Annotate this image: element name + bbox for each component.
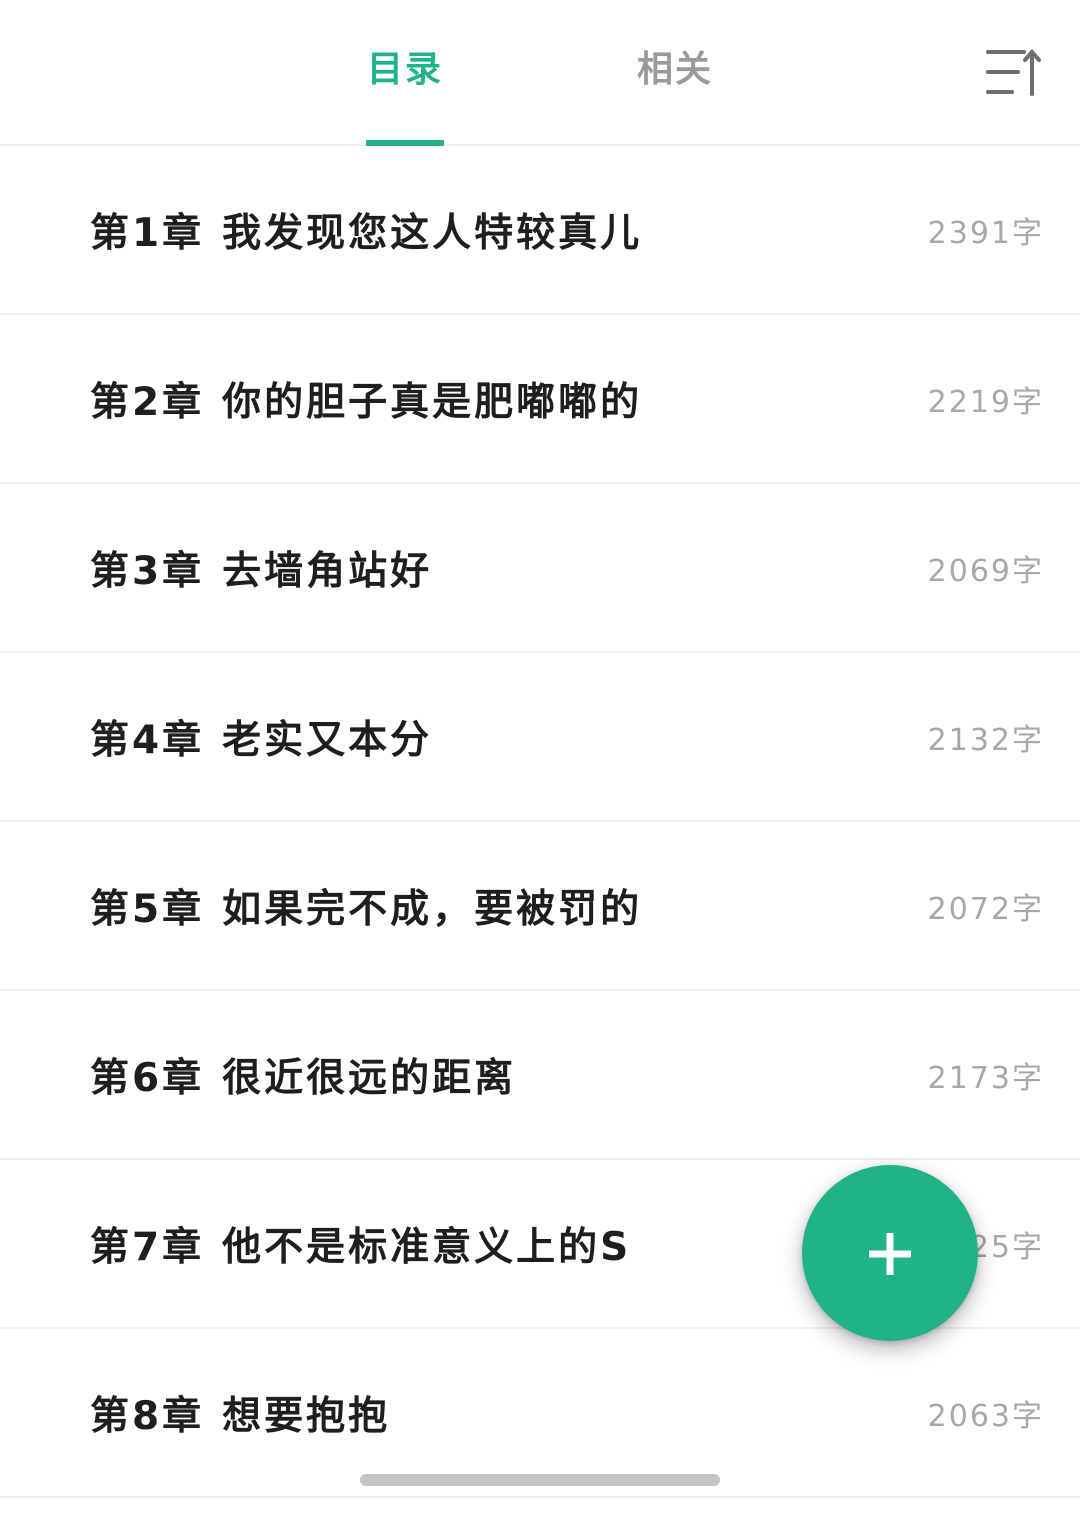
chapter-word-count: 2219字 [927,384,1044,420]
plus-icon [869,1233,911,1275]
add-fab-button[interactable] [802,1165,978,1341]
tab-related-label: 相关 [636,49,713,90]
chapter-row[interactable]: 第3章 去墙角站好 2069字 [0,484,1080,653]
chapter-row[interactable]: 第8章 想要抱抱 2063字 [0,1329,1080,1498]
sort-button[interactable] [980,42,1044,102]
chapter-word-count: 2063字 [927,1398,1044,1434]
chapter-name: 他不是标准意义上的S [222,1224,632,1270]
home-indicator[interactable] [360,1474,720,1486]
chapter-title: 第4章 老实又本分 [90,709,432,765]
chapter-number: 第8章 [90,1393,205,1439]
chapter-title: 第8章 想要抱抱 [90,1385,390,1441]
chapter-number: 第2章 [90,379,205,425]
tab-bar: 目录 相关 [0,0,1080,146]
chapter-word-count: 2132字 [927,722,1044,758]
chapter-title: 第7章 他不是标准意义上的S [90,1216,631,1272]
chapter-row[interactable]: 第6章 很近很远的距离 2173字 [0,991,1080,1160]
chapter-row[interactable]: 第2章 你的胆子真是肥嘟嘟的 2219字 [0,315,1080,484]
chapter-word-count: 25字 [969,1229,1044,1265]
tab-catalog[interactable]: 目录 [366,0,444,146]
chapter-number: 第1章 [90,210,205,256]
chapter-title: 第3章 去墙角站好 [90,540,432,596]
chapter-word-count: 2072字 [927,891,1044,927]
chapter-word-count: 2391字 [927,215,1044,251]
chapter-word-count: 2069字 [927,553,1044,589]
chapter-name: 你的胆子真是肥嘟嘟的 [222,379,643,425]
chapter-number: 第5章 [90,886,205,932]
chapter-row[interactable]: 第5章 如果完不成，要被罚的 2072字 [0,822,1080,991]
tab-related[interactable]: 相关 [632,0,718,146]
chapter-word-count: 2173字 [927,1060,1044,1096]
chapter-number: 第3章 [90,548,205,594]
chapter-title: 第6章 很近很远的距离 [90,1047,516,1103]
chapter-name: 去墙角站好 [222,548,433,594]
chapter-title: 第1章 我发现您这人特较真儿 [90,202,642,258]
chapter-name: 我发现您这人特较真儿 [222,210,643,256]
chapter-title: 第2章 你的胆子真是肥嘟嘟的 [90,371,642,427]
tab-catalog-label: 目录 [366,49,443,90]
chapter-row[interactable]: 第4章 老实又本分 2132字 [0,653,1080,822]
chapter-name: 想要抱抱 [222,1393,391,1439]
chapter-title: 第5章 如果完不成，要被罚的 [90,878,642,934]
chapter-number: 第4章 [90,717,205,763]
chapter-name: 如果完不成，要被罚的 [222,886,643,932]
chapter-name: 很近很远的距离 [222,1055,517,1101]
chapter-number: 第7章 [90,1224,205,1270]
sort-order-icon [986,48,1041,96]
chapter-row[interactable]: 第1章 我发现您这人特较真儿 2391字 [0,146,1080,315]
chapter-number: 第6章 [90,1055,205,1101]
chapter-name: 老实又本分 [222,717,433,763]
